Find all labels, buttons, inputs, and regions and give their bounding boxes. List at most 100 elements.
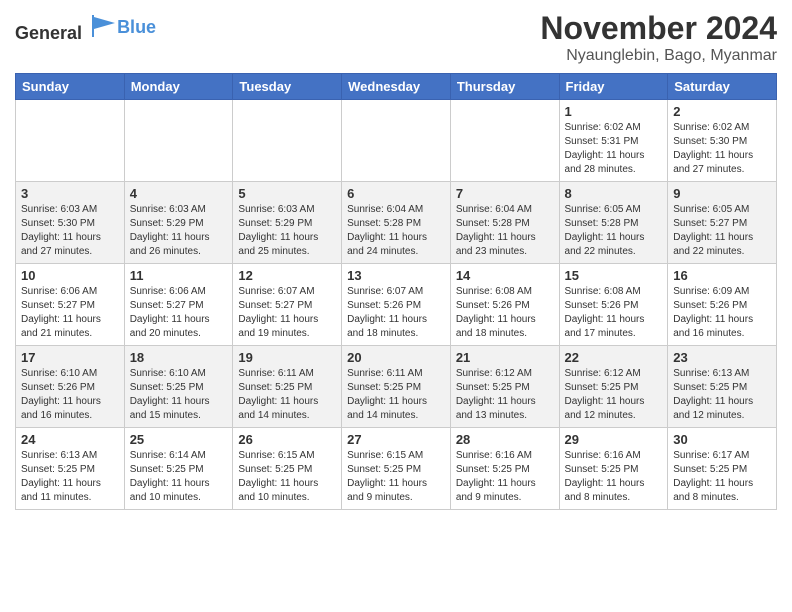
day-number: 15 [565,268,663,283]
day-info: Sunrise: 6:17 AM Sunset: 5:25 PM Dayligh… [673,449,771,505]
day-info: Sunrise: 6:02 AM Sunset: 5:30 PM Dayligh… [673,121,771,177]
weekday-header-saturday: Saturday [668,74,777,100]
title-area: November 2024 Nyaunglebin, Bago, Myanmar [540,10,777,65]
day-info: Sunrise: 6:13 AM Sunset: 5:25 PM Dayligh… [21,449,119,505]
calendar-cell: 29 Sunrise: 6:16 AM Sunset: 5:25 PM Dayli… [559,428,668,510]
calendar-cell: 1 Sunrise: 6:02 AM Sunset: 5:31 PM Daylig… [559,100,668,182]
day-number: 17 [21,350,119,365]
day-info: Sunrise: 6:16 AM Sunset: 5:25 PM Dayligh… [456,449,554,505]
day-number: 8 [565,186,663,201]
day-number: 6 [347,186,445,201]
calendar-week-row: 3 Sunrise: 6:03 AM Sunset: 5:30 PM Daylig… [16,182,777,264]
day-info: Sunrise: 6:08 AM Sunset: 5:26 PM Dayligh… [565,285,663,341]
day-number: 1 [565,104,663,119]
day-number: 9 [673,186,771,201]
day-info: Sunrise: 6:15 AM Sunset: 5:25 PM Dayligh… [347,449,445,505]
day-info: Sunrise: 6:14 AM Sunset: 5:25 PM Dayligh… [130,449,228,505]
day-info: Sunrise: 6:06 AM Sunset: 5:27 PM Dayligh… [21,285,119,341]
day-info: Sunrise: 6:02 AM Sunset: 5:31 PM Dayligh… [565,121,663,177]
day-info: Sunrise: 6:05 AM Sunset: 5:27 PM Dayligh… [673,203,771,259]
day-info: Sunrise: 6:09 AM Sunset: 5:26 PM Dayligh… [673,285,771,341]
day-number: 13 [347,268,445,283]
day-info: Sunrise: 6:15 AM Sunset: 5:25 PM Dayligh… [238,449,336,505]
day-info: Sunrise: 6:07 AM Sunset: 5:26 PM Dayligh… [347,285,445,341]
day-number: 29 [565,432,663,447]
day-info: Sunrise: 6:03 AM Sunset: 5:29 PM Dayligh… [238,203,336,259]
calendar-cell: 20 Sunrise: 6:11 AM Sunset: 5:25 PM Dayli… [342,346,451,428]
day-info: Sunrise: 6:10 AM Sunset: 5:25 PM Dayligh… [130,367,228,423]
logo-general: General [15,23,82,43]
calendar-table: SundayMondayTuesdayWednesdayThursdayFrid… [15,73,777,510]
day-number: 3 [21,186,119,201]
calendar-cell [233,100,342,182]
calendar-cell: 12Sunrise: 6:07 AM Sunset: 5:27 PM Dayli… [233,264,342,346]
day-number: 5 [238,186,336,201]
weekday-header-tuesday: Tuesday [233,74,342,100]
calendar-cell: 11 Sunrise: 6:06 AM Sunset: 5:27 PM Dayli… [124,264,233,346]
calendar-cell: 7 Sunrise: 6:04 AM Sunset: 5:28 PM Daylig… [450,182,559,264]
month-title: November 2024 [540,10,777,47]
day-number: 11 [130,268,228,283]
day-number: 22 [565,350,663,365]
day-number: 19 [238,350,336,365]
day-info: Sunrise: 6:03 AM Sunset: 5:29 PM Dayligh… [130,203,228,259]
day-number: 16 [673,268,771,283]
day-number: 7 [456,186,554,201]
calendar-cell: 2Sunrise: 6:02 AM Sunset: 5:30 PM Daylig… [668,100,777,182]
calendar-cell: 5 Sunrise: 6:03 AM Sunset: 5:29 PM Daylig… [233,182,342,264]
logo-blue: Blue [117,17,156,38]
day-info: Sunrise: 6:03 AM Sunset: 5:30 PM Dayligh… [21,203,119,259]
day-number: 23 [673,350,771,365]
day-number: 10 [21,268,119,283]
calendar-cell: 8 Sunrise: 6:05 AM Sunset: 5:28 PM Daylig… [559,182,668,264]
calendar-cell [450,100,559,182]
weekday-header-row: SundayMondayTuesdayWednesdayThursdayFrid… [16,74,777,100]
day-info: Sunrise: 6:05 AM Sunset: 5:28 PM Dayligh… [565,203,663,259]
calendar-cell [124,100,233,182]
day-number: 24 [21,432,119,447]
calendar-cell: 18 Sunrise: 6:10 AM Sunset: 5:25 PM Dayli… [124,346,233,428]
day-info: Sunrise: 6:07 AM Sunset: 5:27 PM Dayligh… [238,285,336,341]
day-number: 20 [347,350,445,365]
day-info: Sunrise: 6:12 AM Sunset: 5:25 PM Dayligh… [565,367,663,423]
calendar-cell: 3 Sunrise: 6:03 AM Sunset: 5:30 PM Daylig… [16,182,125,264]
day-number: 4 [130,186,228,201]
calendar-cell: 15 Sunrise: 6:08 AM Sunset: 5:26 PM Dayli… [559,264,668,346]
day-info: Sunrise: 6:06 AM Sunset: 5:27 PM Dayligh… [130,285,228,341]
logo-flag-icon [89,15,117,37]
day-info: Sunrise: 6:11 AM Sunset: 5:25 PM Dayligh… [238,367,336,423]
day-info: Sunrise: 6:16 AM Sunset: 5:25 PM Dayligh… [565,449,663,505]
calendar-cell: 22 Sunrise: 6:12 AM Sunset: 5:25 PM Dayli… [559,346,668,428]
calendar-cell: 26 Sunrise: 6:15 AM Sunset: 5:25 PM Dayli… [233,428,342,510]
location-title: Nyaunglebin, Bago, Myanmar [540,47,777,65]
calendar-cell: 6Sunrise: 6:04 AM Sunset: 5:28 PM Daylig… [342,182,451,264]
day-number: 28 [456,432,554,447]
weekday-header-friday: Friday [559,74,668,100]
calendar-cell: 23 Sunrise: 6:13 AM Sunset: 5:25 PM Dayli… [668,346,777,428]
calendar-cell [342,100,451,182]
day-number: 25 [130,432,228,447]
day-number: 14 [456,268,554,283]
calendar-cell: 16 Sunrise: 6:09 AM Sunset: 5:26 PM Dayli… [668,264,777,346]
calendar-cell: 17 Sunrise: 6:10 AM Sunset: 5:26 PM Dayli… [16,346,125,428]
day-number: 30 [673,432,771,447]
day-info: Sunrise: 6:10 AM Sunset: 5:26 PM Dayligh… [21,367,119,423]
day-number: 26 [238,432,336,447]
day-info: Sunrise: 6:11 AM Sunset: 5:25 PM Dayligh… [347,367,445,423]
calendar-cell: 30 Sunrise: 6:17 AM Sunset: 5:25 PM Dayli… [668,428,777,510]
calendar-week-row: 24 Sunrise: 6:13 AM Sunset: 5:25 PM Dayli… [16,428,777,510]
calendar-cell: 4 Sunrise: 6:03 AM Sunset: 5:29 PM Daylig… [124,182,233,264]
calendar-cell [16,100,125,182]
calendar-cell: 24 Sunrise: 6:13 AM Sunset: 5:25 PM Dayli… [16,428,125,510]
weekday-header-wednesday: Wednesday [342,74,451,100]
calendar-cell: 14 Sunrise: 6:08 AM Sunset: 5:26 PM Dayli… [450,264,559,346]
calendar-cell: 25 Sunrise: 6:14 AM Sunset: 5:25 PM Dayli… [124,428,233,510]
header: General Blue November 2024 Nyaunglebin, … [15,10,777,65]
calendar-cell: 28 Sunrise: 6:16 AM Sunset: 5:25 PM Dayli… [450,428,559,510]
day-number: 18 [130,350,228,365]
day-info: Sunrise: 6:04 AM Sunset: 5:28 PM Dayligh… [456,203,554,259]
calendar-cell: 10 Sunrise: 6:06 AM Sunset: 5:27 PM Dayli… [16,264,125,346]
weekday-header-thursday: Thursday [450,74,559,100]
day-info: Sunrise: 6:13 AM Sunset: 5:25 PM Dayligh… [673,367,771,423]
day-info: Sunrise: 6:08 AM Sunset: 5:26 PM Dayligh… [456,285,554,341]
